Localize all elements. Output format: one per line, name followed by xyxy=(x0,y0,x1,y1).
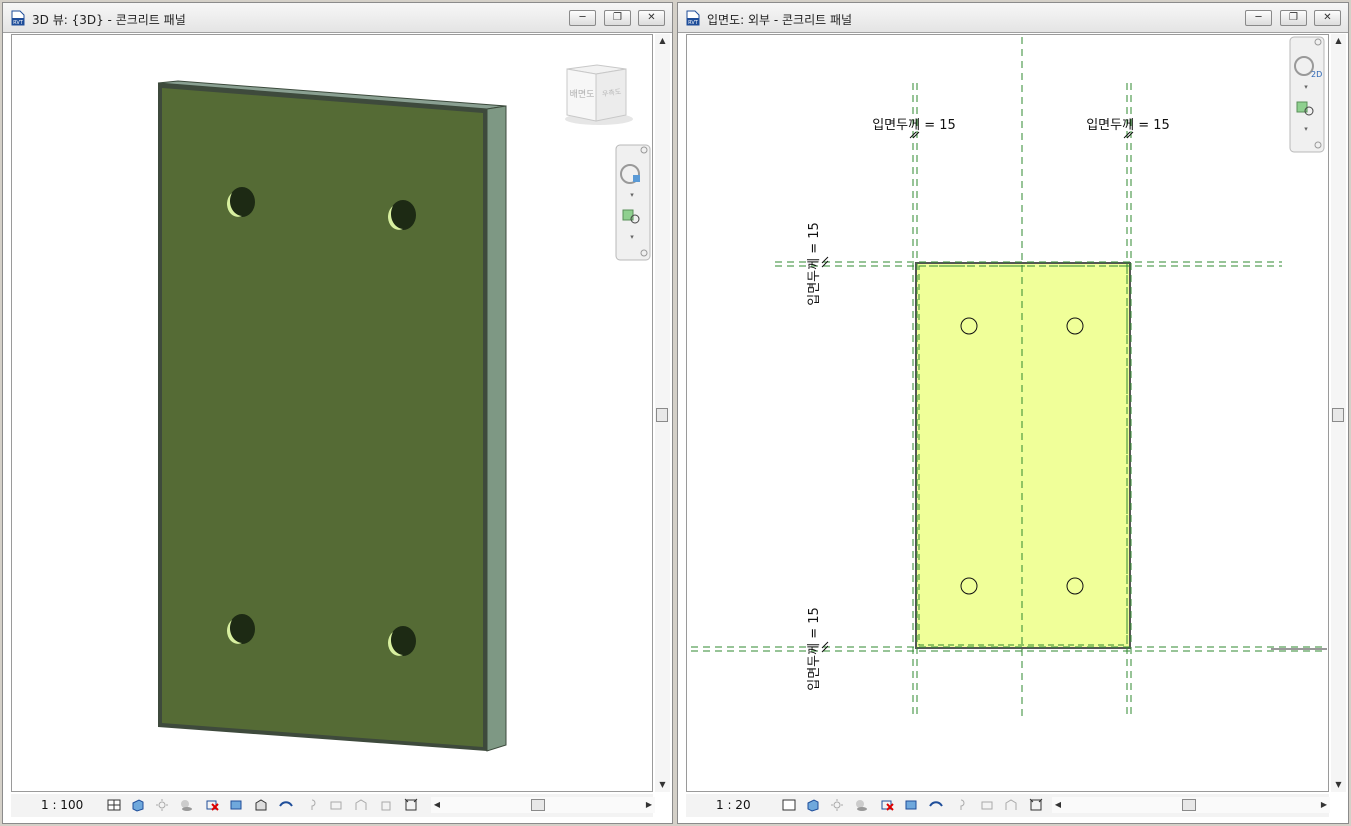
sun-path-icon[interactable] xyxy=(830,798,844,812)
temporary-hide-icon[interactable] xyxy=(929,798,943,812)
3d-model-canvas[interactable]: 배면도 우측도 ▾ ▾ xyxy=(12,35,653,792)
crop-region-icon[interactable] xyxy=(229,798,243,812)
chevron-down-icon[interactable]: ▾ xyxy=(630,191,634,199)
dimension-label[interactable]: 입면두께 = 15 xyxy=(1086,118,1170,133)
chevron-down-icon[interactable]: ▾ xyxy=(1304,125,1308,133)
horizontal-scrollbar[interactable]: ◀ ▶ xyxy=(431,797,655,813)
chevron-down-icon[interactable]: ▾ xyxy=(630,233,634,241)
elevation-canvas[interactable]: 입면두께 = 15 입면두께 = 15 입면두께 = 15 입면두께 = 15 … xyxy=(687,35,1329,792)
close-icon: ✕ xyxy=(647,12,656,23)
shadows-icon[interactable] xyxy=(179,798,193,812)
navigation-bar[interactable]: ▾ ▾ xyxy=(615,144,651,261)
minimize-button[interactable]: ─ xyxy=(569,10,596,26)
title-bar[interactable]: RVT 입면도: 외부 - 콘크리트 패널 ─ ❐ ✕ xyxy=(678,3,1348,33)
view-control-bar: 1 : 20 ◀ ▶ xyxy=(686,794,1330,817)
scroll-down-icon[interactable]: ▼ xyxy=(655,778,670,792)
close-button[interactable]: ✕ xyxy=(638,10,665,26)
window-elevation-view[interactable]: RVT 입면도: 외부 - 콘크리트 패널 ─ ❐ ✕ 입면두께 = 15 입면… xyxy=(677,2,1349,824)
navigation-bar[interactable]: 2D ▾ ▾ xyxy=(1289,36,1325,153)
scroll-thumb[interactable] xyxy=(531,799,545,811)
temporary-hide-icon[interactable] xyxy=(279,798,293,812)
sun-path-icon[interactable] xyxy=(155,798,169,812)
minimize-icon: ─ xyxy=(1255,12,1262,23)
unlocked-3d-view-icon[interactable] xyxy=(254,798,268,812)
panel-front-face xyxy=(162,88,483,747)
panel-side-face xyxy=(486,105,507,752)
constraints-icon[interactable] xyxy=(404,798,418,812)
minimize-button[interactable]: ─ xyxy=(1245,10,1272,26)
worksharing-icon[interactable] xyxy=(329,798,343,812)
scroll-thumb[interactable] xyxy=(1182,799,1196,811)
crop-view-icon[interactable] xyxy=(205,798,219,812)
chevron-down-icon[interactable]: ▾ xyxy=(1304,83,1308,91)
file-rvt-icon: RVT xyxy=(686,10,700,26)
svg-text:RVT: RVT xyxy=(13,20,24,26)
viewcube-icon[interactable]: 배면도 우측도 xyxy=(565,64,633,125)
scroll-thumb[interactable] xyxy=(1332,408,1344,422)
minimize-icon: ─ xyxy=(579,12,586,23)
crop-region-icon[interactable] xyxy=(904,798,918,812)
scroll-thumb[interactable] xyxy=(656,408,668,422)
svg-text:RVT: RVT xyxy=(688,20,699,26)
scroll-right-icon[interactable]: ▶ xyxy=(1318,797,1330,813)
reveal-hidden-icon[interactable] xyxy=(954,798,968,812)
vertical-scrollbar[interactable]: ▲ ▼ xyxy=(1331,34,1346,792)
panel-elevation[interactable] xyxy=(915,262,1131,649)
dimension-label[interactable]: 입면두께 = 15 xyxy=(807,607,822,691)
design-options-icon[interactable] xyxy=(1004,798,1018,812)
view-control-bar: 1 : 100 ◀ ▶ xyxy=(11,794,655,817)
crop-view-icon[interactable] xyxy=(880,798,894,812)
file-rvt-icon: RVT xyxy=(11,10,25,26)
scroll-right-icon[interactable]: ▶ xyxy=(643,797,655,813)
visual-style-icon[interactable] xyxy=(131,798,145,812)
dimension-label[interactable]: 입면두께 = 15 xyxy=(807,222,822,306)
elevation-viewport[interactable]: 입면두께 = 15 입면두께 = 15 입면두께 = 15 입면두께 = 15 … xyxy=(686,34,1329,792)
close-button[interactable]: ✕ xyxy=(1314,10,1341,26)
worksharing-icon[interactable] xyxy=(980,798,994,812)
constraints-icon[interactable] xyxy=(1029,798,1043,812)
restore-button[interactable]: ❐ xyxy=(1280,10,1307,26)
window-3d-view[interactable]: RVT 3D 뷰: {3D} - 콘크리트 패널 ─ ❐ ✕ 배면도 우측도 ▾… xyxy=(2,2,673,824)
vertical-scrollbar[interactable]: ▲ ▼ xyxy=(655,34,670,792)
scroll-left-icon[interactable]: ◀ xyxy=(1052,797,1064,813)
detail-level-icon[interactable] xyxy=(107,798,121,812)
scroll-down-icon[interactable]: ▼ xyxy=(1331,778,1346,792)
scroll-left-icon[interactable]: ◀ xyxy=(431,797,443,813)
close-icon: ✕ xyxy=(1323,12,1332,23)
visual-style-icon[interactable] xyxy=(806,798,820,812)
restore-icon: ❐ xyxy=(613,12,622,23)
window-title: 3D 뷰: {3D} - 콘크리트 패널 xyxy=(32,13,186,27)
restore-icon: ❐ xyxy=(1289,12,1298,23)
svg-text:배면도: 배면도 xyxy=(570,89,595,100)
scroll-up-icon[interactable]: ▲ xyxy=(1331,34,1346,48)
restore-button[interactable]: ❐ xyxy=(604,10,631,26)
view-scale[interactable]: 1 : 20 xyxy=(716,798,751,812)
horizontal-scrollbar[interactable]: ◀ ▶ xyxy=(1052,797,1330,813)
3d-viewport[interactable]: 배면도 우측도 ▾ ▾ xyxy=(11,34,653,792)
design-options-icon[interactable] xyxy=(354,798,368,812)
shadows-icon[interactable] xyxy=(854,798,868,812)
title-bar[interactable]: RVT 3D 뷰: {3D} - 콘크리트 패널 ─ ❐ ✕ xyxy=(3,3,672,33)
scroll-up-icon[interactable]: ▲ xyxy=(655,34,670,48)
view-scale[interactable]: 1 : 100 xyxy=(41,798,83,812)
analysis-icon[interactable] xyxy=(379,798,393,812)
window-title: 입면도: 외부 - 콘크리트 패널 xyxy=(707,13,853,27)
detail-level-icon[interactable] xyxy=(782,798,796,812)
dimension-label[interactable]: 입면두께 = 15 xyxy=(872,118,956,133)
reveal-hidden-icon[interactable] xyxy=(305,798,319,812)
svg-text:2D: 2D xyxy=(1311,70,1322,79)
